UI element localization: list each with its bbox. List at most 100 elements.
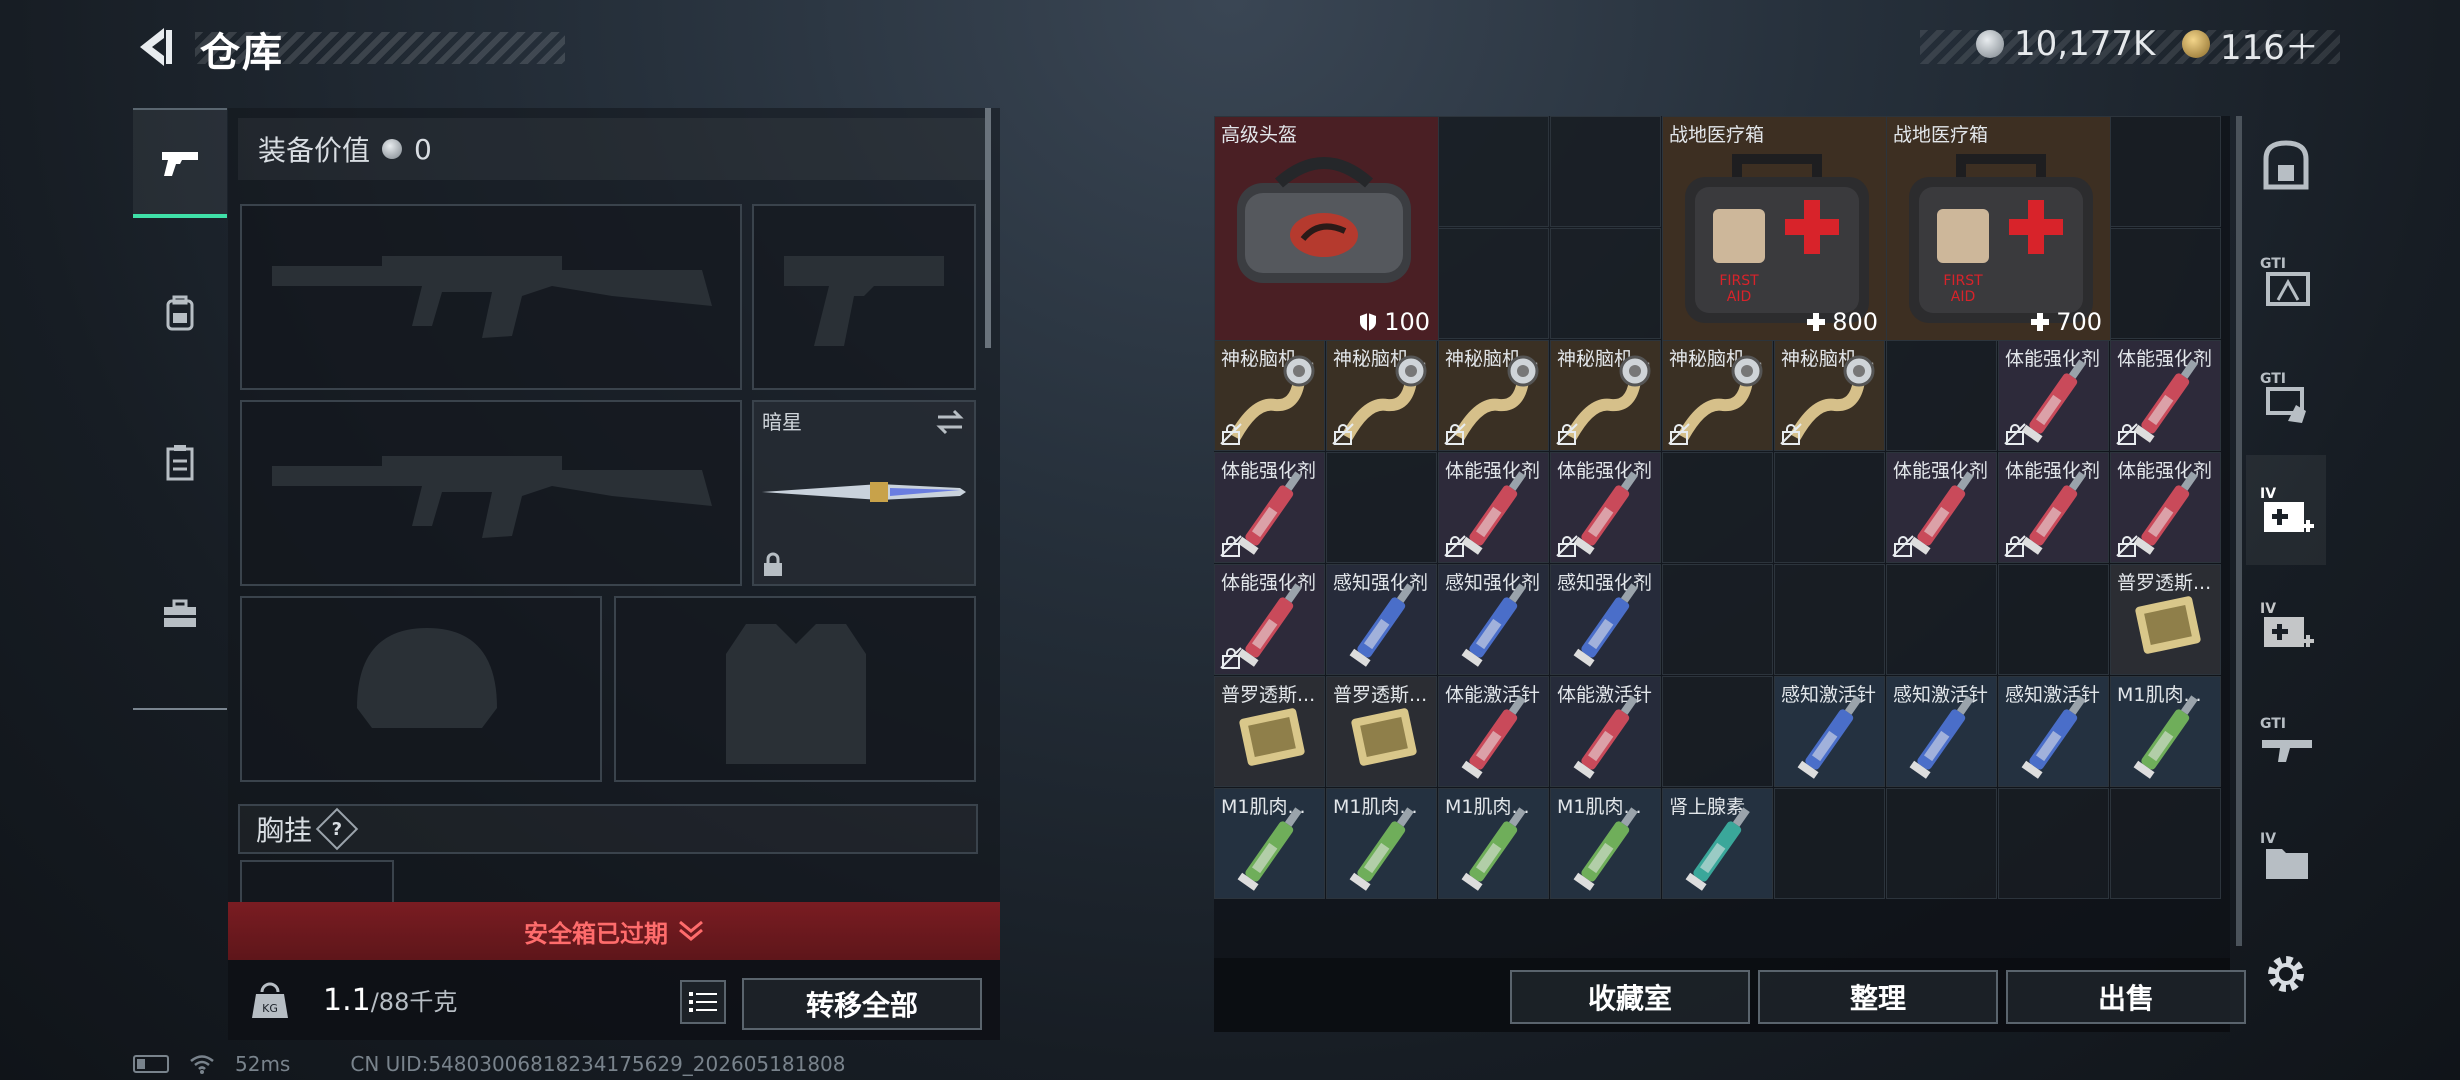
storage-tab-7[interactable]: IV — [2246, 800, 2326, 910]
empty-cell[interactable] — [1438, 116, 1549, 227]
item-tile[interactable]: 普罗透斯... — [1326, 676, 1437, 787]
back-arrow-icon[interactable] — [132, 22, 182, 72]
storage-tab-5[interactable]: IV — [2246, 570, 2326, 680]
item-tile[interactable]: M1肌肉... — [1214, 788, 1325, 899]
empty-cell[interactable] — [2110, 788, 2221, 899]
svg-text:GTI: GTI — [2260, 716, 2286, 732]
item-tile[interactable]: M1肌肉... — [1326, 788, 1437, 899]
armor-slot[interactable] — [614, 596, 976, 782]
loadout-tabs — [133, 108, 227, 712]
secondary-weapon-slot[interactable] — [240, 400, 742, 586]
safe-box-expired-bar[interactable]: 安全箱已过期 — [228, 902, 1000, 960]
storage-tab-3[interactable]: GTI — [2246, 340, 2326, 450]
item-tile[interactable]: 普罗透斯... — [2110, 564, 2221, 675]
item-tile[interactable]: 神秘脑机... — [1662, 340, 1773, 451]
item-stat-value: 700 — [2056, 308, 2102, 336]
item-tile[interactable]: 神秘脑机... — [1214, 340, 1325, 451]
empty-cell[interactable] — [1998, 788, 2109, 899]
item-tile[interactable]: 感知激活针 — [1998, 676, 2109, 787]
item-tile[interactable]: 体能激活针 — [1438, 676, 1549, 787]
item-tile[interactable]: 感知强化剂 — [1326, 564, 1437, 675]
green-syringe-icon — [1573, 807, 1638, 891]
item-tile[interactable]: 体能强化剂 — [1214, 452, 1325, 563]
storage-tab-1[interactable] — [2246, 110, 2326, 220]
item-tile-large[interactable]: 高级头盔 100 — [1214, 116, 1439, 341]
empty-cell[interactable] — [1774, 788, 1885, 899]
gear-icon[interactable] — [2262, 950, 2310, 998]
storage-tab-4[interactable]: IV — [2246, 455, 2326, 565]
header-bar: 仓库 10,177K 116＋ — [0, 0, 2460, 100]
list-view-button[interactable] — [680, 980, 726, 1024]
item-tile[interactable]: 体能强化剂 — [2110, 452, 2221, 563]
empty-cell[interactable] — [1998, 564, 2109, 675]
item-tile[interactable]: M1肌肉... — [1438, 788, 1549, 899]
no-trade-icon — [1332, 423, 1354, 445]
no-trade-icon — [2116, 535, 2138, 557]
empty-cell[interactable] — [1326, 452, 1437, 563]
tab-backpack[interactable] — [133, 258, 227, 368]
storage-tab-2[interactable]: GTI — [2246, 225, 2326, 335]
empty-cell[interactable] — [1774, 564, 1885, 675]
primary-weapon-slot[interactable] — [240, 204, 742, 390]
grid-scrollbar[interactable] — [2236, 116, 2242, 946]
help-icon[interactable]: ? — [315, 807, 359, 851]
empty-cell[interactable] — [1550, 116, 1661, 227]
item-tile[interactable]: 体能激活针 — [1550, 676, 1661, 787]
pistol-slot[interactable] — [752, 204, 976, 390]
item-tile[interactable]: 神秘脑机... — [1438, 340, 1549, 451]
transfer-all-button[interactable]: 转移全部 — [742, 978, 982, 1030]
helmet-slot[interactable] — [240, 596, 602, 782]
item-tile-large[interactable]: 战地医疗箱 FIRST AID 800 — [1662, 116, 1887, 341]
knife-icon — [762, 482, 966, 502]
empty-cell[interactable] — [1550, 228, 1661, 339]
plus-icon — [2031, 313, 2050, 331]
item-tile[interactable]: 感知强化剂 — [1438, 564, 1549, 675]
item-tile-large[interactable]: 战地医疗箱 FIRST AID 700 — [1886, 116, 2111, 341]
tab-toolbox[interactable] — [133, 558, 227, 668]
swap-icon[interactable] — [934, 408, 966, 436]
item-tile[interactable]: 普罗透斯... — [1214, 676, 1325, 787]
item-tile[interactable]: 感知激活针 — [1774, 676, 1885, 787]
empty-cell[interactable] — [1662, 676, 1773, 787]
item-tile[interactable]: 体能强化剂 — [1214, 564, 1325, 675]
item-tile[interactable]: M1肌肉... — [1550, 788, 1661, 899]
empty-cell[interactable] — [1662, 564, 1773, 675]
tabs-divider — [133, 708, 227, 710]
item-tile[interactable]: 体能强化剂 — [1998, 340, 2109, 451]
item-tile[interactable]: 体能强化剂 — [1998, 452, 2109, 563]
pistol-silhouette-icon — [784, 256, 944, 346]
item-tile[interactable]: 神秘脑机... — [1550, 340, 1661, 451]
item-tile[interactable]: 肾上腺素 — [1662, 788, 1773, 899]
tab-weapons[interactable] — [133, 108, 227, 218]
item-tile[interactable]: 体能强化剂 — [1438, 452, 1549, 563]
item-tile[interactable]: 体能强化剂 — [1886, 452, 1997, 563]
item-tile[interactable]: 体能强化剂 — [1550, 452, 1661, 563]
no-trade-icon — [1220, 535, 1242, 557]
empty-cell[interactable] — [2110, 228, 2221, 339]
item-tile[interactable]: 神秘脑机... — [1326, 340, 1437, 451]
empty-cell[interactable] — [1886, 340, 1997, 451]
empty-cell[interactable] — [2110, 116, 2221, 227]
item-tile[interactable]: 感知激活针 — [1886, 676, 1997, 787]
tab-clipboard[interactable] — [133, 408, 227, 518]
sell-button[interactable]: 出售 — [2006, 970, 2246, 1024]
item-tile[interactable]: 体能强化剂 — [2110, 340, 2221, 451]
backpack-icon — [166, 295, 194, 331]
chip-icon — [1351, 708, 1417, 766]
empty-cell[interactable] — [1886, 788, 1997, 899]
item-tile[interactable]: 神秘脑机... — [1774, 340, 1885, 451]
melee-slot[interactable]: 暗星 — [752, 400, 976, 586]
empty-cell[interactable] — [1886, 564, 1997, 675]
empty-cell[interactable] — [1662, 452, 1773, 563]
empty-cell[interactable] — [1774, 452, 1885, 563]
equipment-scrollbar[interactable] — [985, 108, 991, 348]
chest-rig-slot[interactable]: 胸挂 ? — [238, 804, 978, 854]
item-tile[interactable]: 感知强化剂 — [1550, 564, 1661, 675]
sort-button[interactable]: 整理 — [1758, 970, 1998, 1024]
item-tile[interactable]: M1肌肉... — [2110, 676, 2221, 787]
storage-tab-6[interactable]: GTI — [2246, 685, 2326, 795]
svg-text:AID: AID — [1727, 289, 1752, 305]
empty-cell[interactable] — [1438, 228, 1549, 339]
gold-currency[interactable]: 116＋ — [2182, 24, 2319, 68]
collection-room-button[interactable]: 收藏室 — [1510, 970, 1750, 1024]
